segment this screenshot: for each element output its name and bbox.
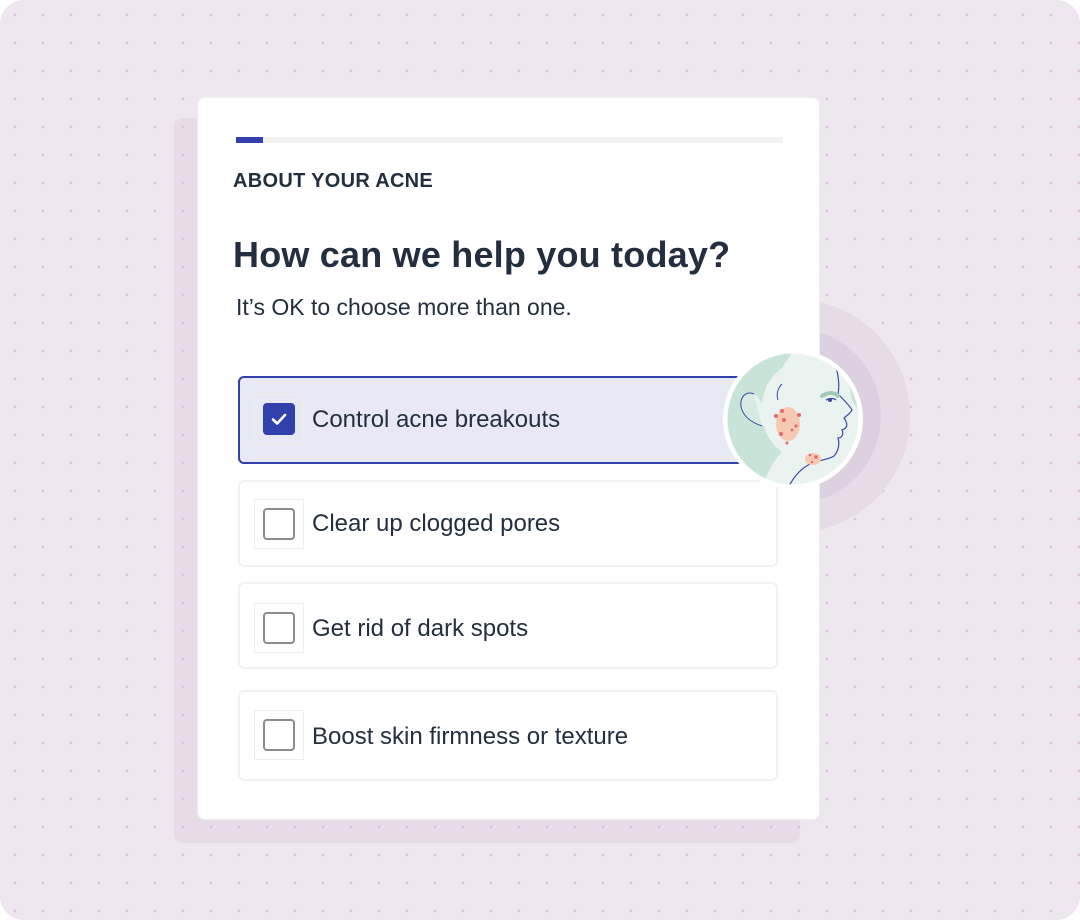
checkbox-checked[interactable] [263,403,295,435]
checkbox-frame [254,603,304,653]
page-background: ABOUT YOUR ACNE How can we help you toda… [0,0,1080,920]
checkmark-icon [271,413,287,425]
option-label: Control acne breakouts [312,406,561,433]
question-subtitle: It’s OK to choose more than one. [236,294,572,320]
option-get-rid-of-dark-spots[interactable]: Get rid of dark spots [238,582,778,669]
option-control-acne-breakouts[interactable]: Control acne breakouts [238,376,763,464]
option-label: Get rid of dark spots [312,615,529,642]
section-eyebrow: ABOUT YOUR ACNE [233,170,434,192]
checkbox-frame [254,710,304,760]
checkbox-unchecked[interactable] [263,612,295,644]
option-clear-up-clogged-pores[interactable]: Clear up clogged pores [238,480,778,567]
question-title: How can we help you today? [233,234,731,275]
checkbox-unchecked[interactable] [263,508,295,540]
option-label: Boost skin firmness or texture [312,723,629,750]
face-with-acne-icon [723,349,863,489]
checkbox-frame [254,499,304,549]
progress-bar [236,137,783,143]
option-label: Clear up clogged pores [312,510,561,537]
checkbox-unchecked[interactable] [263,719,295,751]
progress-bar-fill [236,137,264,143]
checkbox-frame [254,394,304,444]
option-boost-skin-firmness[interactable]: Boost skin firmness or texture [238,690,778,781]
